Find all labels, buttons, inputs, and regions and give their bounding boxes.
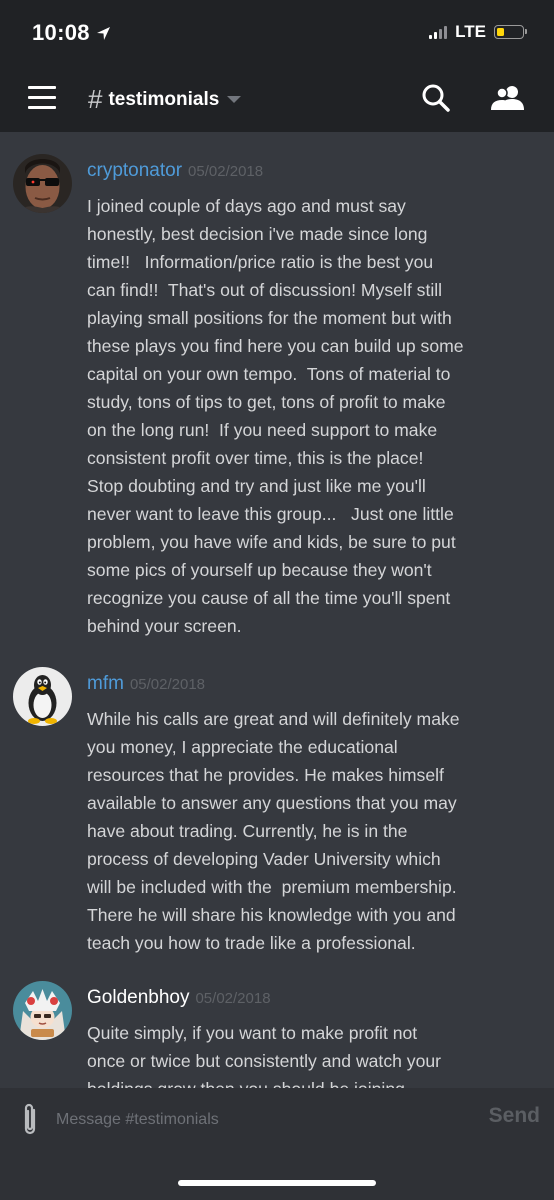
- home-bar: [0, 1152, 554, 1200]
- avatar[interactable]: [13, 667, 72, 726]
- location-arrow-icon: [97, 27, 110, 40]
- channel-header: # testimonials: [0, 64, 554, 132]
- status-bar: 10:08 LTE: [0, 0, 554, 64]
- battery-level: [496, 27, 504, 36]
- penguin-avatar-icon: [13, 667, 72, 726]
- status-time: 10:08: [32, 20, 90, 45]
- paperclip-icon[interactable]: [20, 1102, 40, 1138]
- send-button[interactable]: Send: [489, 1104, 540, 1128]
- channel-selector[interactable]: # testimonials: [88, 84, 242, 115]
- members-icon[interactable]: [490, 82, 526, 114]
- avatar[interactable]: [13, 154, 72, 213]
- status-indicators: LTE: [429, 22, 527, 42]
- avatar[interactable]: [13, 981, 72, 1040]
- message-timestamp: 05/02/2018: [188, 163, 264, 180]
- message-header: Goldenbhoy 05/02/2018: [87, 987, 271, 1009]
- hamburger-menu-icon[interactable]: [28, 86, 58, 110]
- home-indicator[interactable]: [178, 1180, 376, 1186]
- author-name[interactable]: mfm: [87, 673, 124, 695]
- message-header: cryptonator 05/02/2018: [87, 160, 263, 182]
- signal-strength-icon: [429, 25, 448, 39]
- message-text: While his calls are great and will defin…: [87, 709, 460, 953]
- message-timestamp: 05/02/2018: [195, 990, 271, 1007]
- sunglasses-man-avatar-icon: [13, 154, 72, 213]
- author-name[interactable]: Goldenbhoy: [87, 987, 189, 1009]
- message-composer: Send: [0, 1088, 554, 1152]
- message-list[interactable]: cryptonator 05/02/2018 I joined couple o…: [0, 132, 554, 1088]
- message-timestamp: 05/02/2018: [129, 676, 206, 693]
- anime-character-avatar-icon: [13, 981, 72, 1040]
- channel-hash-icon: #: [88, 84, 103, 114]
- network-type: LTE: [455, 22, 486, 41]
- message-input[interactable]: [56, 1104, 446, 1136]
- message-header: mfm 05/02/2018: [87, 673, 205, 695]
- chevron-down-icon: [227, 96, 242, 103]
- author-name[interactable]: cryptonator: [87, 160, 182, 182]
- message-text: Quite simply, if you want to make profit…: [87, 1023, 442, 1088]
- battery-icon: [494, 25, 527, 39]
- channel-name: testimonials: [108, 88, 220, 110]
- message-text: I joined couple of days ago and must say…: [87, 196, 464, 636]
- search-icon[interactable]: [420, 82, 452, 114]
